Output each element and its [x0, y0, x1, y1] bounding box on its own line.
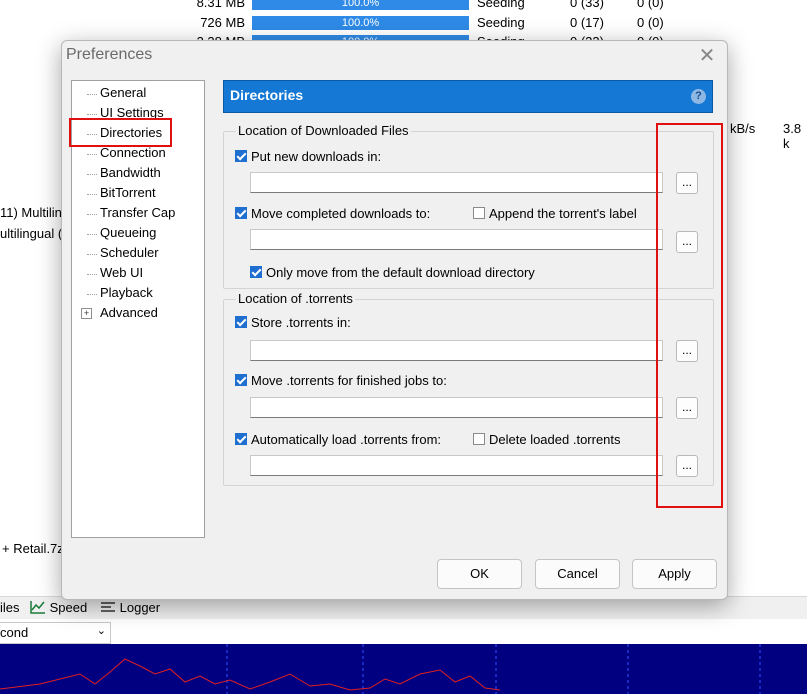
torrent-name-fragment: ultilingual (	[0, 226, 63, 241]
torrent-row[interactable]: 8.31 MB 100.0% Seeding 0 (33) 0 (0)	[0, 0, 807, 13]
move-finished-torrents-path-input[interactable]	[250, 397, 663, 418]
speed-graph-canvas	[0, 644, 761, 694]
checkbox-unchecked-icon	[473, 433, 485, 445]
torrent-status: Seeding	[477, 0, 525, 10]
download-speed: 3.8 k	[783, 121, 802, 151]
checkbox-checked-icon	[235, 150, 247, 162]
selection-highlight	[69, 118, 172, 147]
tree-item-scheduler[interactable]: Scheduler	[98, 244, 161, 262]
tab-logger[interactable]: Logger	[100, 599, 160, 617]
put-new-downloads-path-input[interactable]	[250, 172, 663, 193]
section-title: Directories	[230, 87, 304, 103]
checkbox-checked-icon	[235, 316, 247, 328]
auto-load-torrents-path-input[interactable]	[250, 455, 663, 476]
torrent-peers: 0 (0)	[637, 15, 664, 30]
checkbox-label: Only move from the default download dire…	[266, 264, 535, 280]
torrent-progress-bar: 100.0%	[252, 0, 469, 10]
checkbox-checked-icon	[235, 374, 247, 386]
tree-item-bandwidth[interactable]: Bandwidth	[98, 164, 163, 182]
file-name-fragment: + Retail.7z	[2, 541, 64, 556]
close-icon[interactable]: ✕	[697, 43, 717, 68]
torrent-size: 8.31 MB	[196, 0, 245, 10]
help-icon[interactable]: ?	[691, 89, 706, 104]
checkbox-label: Move completed downloads to:	[251, 205, 431, 221]
tab-logger-label: Logger	[119, 600, 161, 615]
downloaded-files-group: Location of Downloaded Files Put new dow…	[223, 123, 714, 289]
tree-item-playback[interactable]: Playback	[98, 284, 155, 302]
tree-connector	[87, 234, 97, 235]
speed-icon	[30, 601, 45, 614]
speed-graph	[0, 644, 807, 694]
upload-speed: kB/s	[730, 121, 756, 136]
dialog-title: Preferences	[66, 46, 153, 63]
checkbox-checked-icon	[250, 266, 262, 278]
torrent-status: Seeding	[477, 15, 525, 30]
tree-item-transfer-cap[interactable]: Transfer Cap	[98, 204, 177, 222]
tree-connector	[87, 294, 97, 295]
checkbox-label: Put new downloads in:	[251, 148, 382, 164]
store-torrents-checkbox[interactable]: Store .torrents in:	[235, 314, 351, 330]
torrent-progress-bar: 100.0%	[252, 16, 469, 30]
preferences-tree: General UI Settings Directories Connecti…	[69, 80, 205, 538]
checkbox-label: Move .torrents for finished jobs to:	[251, 372, 447, 388]
torrent-seeds: 0 (17)	[570, 15, 604, 30]
group-title: Location of Downloaded Files	[236, 123, 411, 138]
torrent-seeds: 0 (33)	[570, 0, 604, 10]
checkbox-label: Automatically load .torrents from:	[251, 431, 442, 447]
torrent-size: 726 MB	[200, 15, 245, 30]
torrent-peers: 0 (0)	[637, 0, 664, 10]
update-interval-select[interactable]: cond ⌄	[0, 622, 111, 644]
tab-files[interactable]: iles	[0, 599, 20, 617]
tree-connector	[87, 114, 97, 115]
ok-button[interactable]: OK	[437, 559, 522, 589]
checkbox-checked-icon	[235, 207, 247, 219]
group-title: Location of .torrents	[236, 291, 355, 306]
section-header: Directories ?	[223, 80, 713, 113]
store-torrents-path-input[interactable]	[250, 340, 663, 361]
tree-connector	[87, 214, 97, 215]
move-finished-torrents-checkbox[interactable]: Move .torrents for finished jobs to:	[235, 372, 447, 388]
move-completed-checkbox[interactable]: Move completed downloads to:	[235, 205, 430, 221]
expand-icon[interactable]: +	[81, 308, 92, 319]
delete-loaded-torrents-checkbox[interactable]: Delete loaded .torrents	[473, 431, 621, 447]
apply-button[interactable]: Apply	[632, 559, 717, 589]
tree-item-queueing[interactable]: Queueing	[98, 224, 158, 242]
chevron-down-icon: ⌄	[96, 625, 106, 637]
update-interval-value: cond	[0, 625, 29, 640]
put-new-downloads-checkbox[interactable]: Put new downloads in:	[235, 148, 381, 164]
auto-load-torrents-checkbox[interactable]: Automatically load .torrents from:	[235, 431, 441, 447]
checkbox-label: Store .torrents in:	[251, 314, 351, 330]
annotation-highlight-box	[656, 123, 723, 508]
tree-connector	[87, 274, 97, 275]
tree-connector	[87, 254, 97, 255]
checkbox-unchecked-icon	[473, 207, 485, 219]
only-move-default-checkbox[interactable]: Only move from the default download dire…	[250, 264, 535, 280]
append-label-checkbox[interactable]: Append the torrent's label	[473, 205, 637, 221]
tab-speed[interactable]: Speed	[30, 599, 87, 617]
checkbox-label: Append the torrent's label	[489, 205, 637, 221]
tree-connector	[87, 174, 97, 175]
torrent-row[interactable]: 726 MB 100.0% Seeding 0 (17) 0 (0)	[0, 13, 807, 33]
torrents-location-group: Location of .torrents Store .torrents in…	[223, 291, 714, 486]
checkbox-checked-icon	[235, 433, 247, 445]
move-completed-path-input[interactable]	[250, 229, 663, 250]
tree-connector	[87, 154, 97, 155]
preferences-dialog: Preferences ✕ General UI Settings Direct…	[61, 40, 728, 600]
cancel-button[interactable]: Cancel	[535, 559, 620, 589]
tree-item-bittorrent[interactable]: BitTorrent	[98, 184, 158, 202]
tree-item-advanced[interactable]: Advanced	[98, 304, 160, 322]
torrent-name-fragment: 11) Multilin	[0, 205, 62, 220]
tree-item-general[interactable]: General	[98, 84, 148, 102]
tree-item-web-ui[interactable]: Web UI	[98, 264, 145, 282]
tree-connector	[87, 94, 97, 95]
tab-speed-label: Speed	[49, 600, 88, 615]
tree-connector	[87, 194, 97, 195]
checkbox-label: Delete loaded .torrents	[489, 431, 621, 447]
logger-icon	[101, 602, 115, 612]
